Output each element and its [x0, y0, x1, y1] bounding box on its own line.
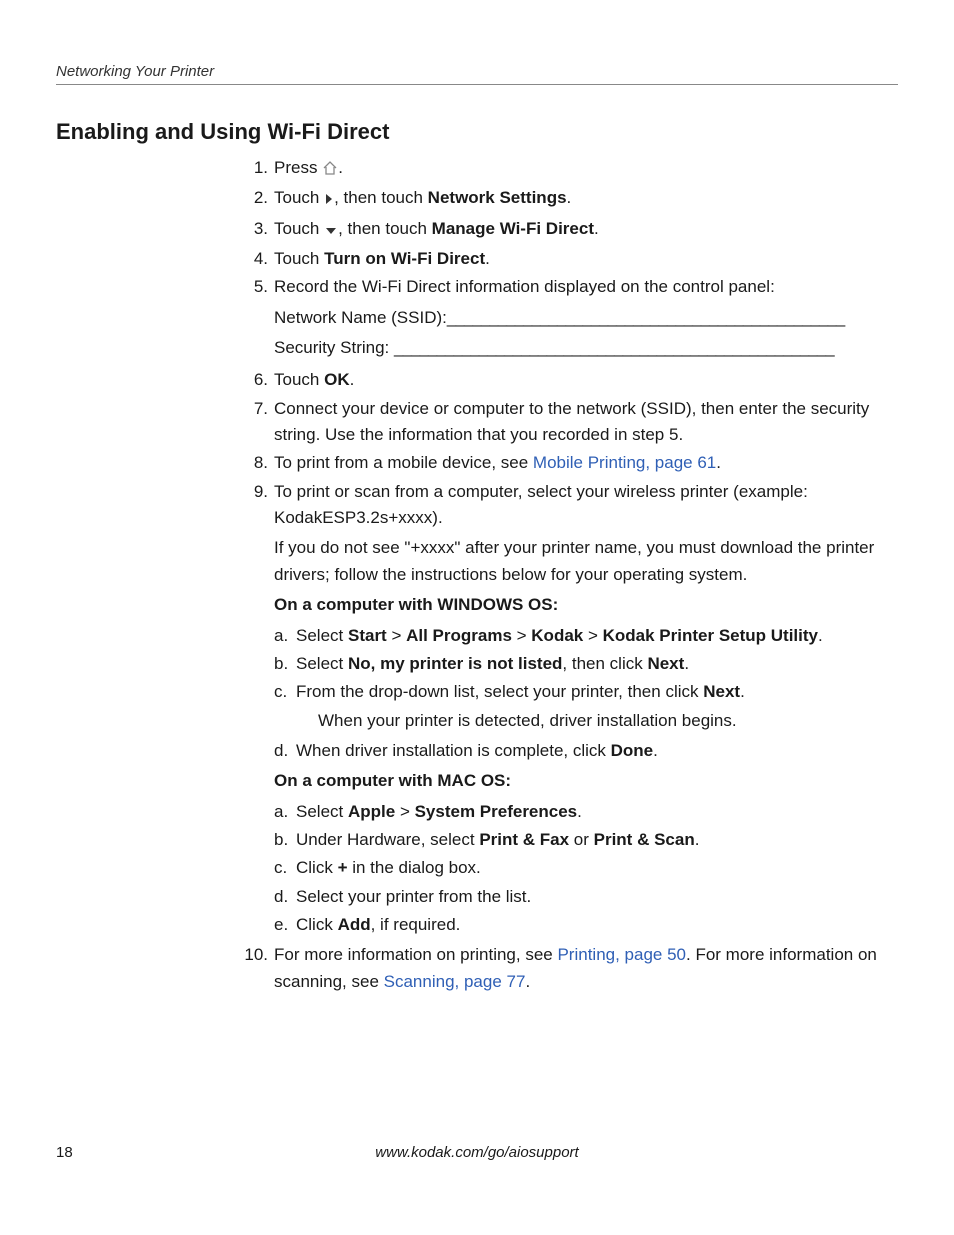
- step-body: Record the Wi-Fi Direct information disp…: [274, 274, 898, 365]
- step-6: 6. Touch OK.: [240, 367, 898, 393]
- step-9: 9. To print or scan from a computer, sel…: [240, 479, 898, 941]
- mac-step-b: b. Under Hardware, select Print & Fax or…: [274, 827, 898, 853]
- driver-note: If you do not see "+xxxx" after your pri…: [274, 535, 898, 588]
- step-body: To print or scan from a computer, select…: [274, 479, 898, 941]
- step-3: 3. Touch , then touch Manage Wi-Fi Direc…: [240, 216, 898, 244]
- step-10: 10. For more information on printing, se…: [240, 942, 898, 995]
- mac-substeps: a. Select Apple > System Preferences. b.…: [274, 799, 898, 939]
- document-page: Networking Your Printer Enabling and Usi…: [0, 0, 954, 995]
- step-7: 7. Connect your device or computer to th…: [240, 396, 898, 449]
- step-body: Touch , then touch Network Settings.: [274, 185, 898, 213]
- step-number: 2.: [240, 185, 274, 213]
- down-arrow-icon: [324, 218, 338, 244]
- win-step-a: a. Select Start > All Programs > Kodak >…: [274, 623, 898, 649]
- mac-step-a: a. Select Apple > System Preferences.: [274, 799, 898, 825]
- step-number: 7.: [240, 396, 274, 449]
- win-step-b: b. Select No, my printer is not listed, …: [274, 651, 898, 677]
- ssid-line: Network Name (SSID):____________________…: [274, 305, 898, 331]
- link-printing[interactable]: Printing, page 50: [557, 945, 686, 964]
- windows-substeps: a. Select Start > All Programs > Kodak >…: [274, 623, 898, 765]
- step-body: Press .: [274, 155, 898, 183]
- step-number: 9.: [240, 479, 274, 941]
- mac-step-c: c. Click + in the dialog box.: [274, 855, 898, 881]
- step-number: 1.: [240, 155, 274, 183]
- step-body: Touch OK.: [274, 367, 898, 393]
- step-number: 8.: [240, 450, 274, 476]
- step-body: Touch Turn on Wi-Fi Direct.: [274, 246, 898, 272]
- windows-heading: On a computer with WINDOWS OS:: [274, 592, 898, 618]
- step-number: 3.: [240, 216, 274, 244]
- right-arrow-icon: [324, 187, 334, 213]
- step-1: 1. Press .: [240, 155, 898, 183]
- step-body: Connect your device or computer to the n…: [274, 396, 898, 449]
- win-step-c: c. From the drop-down list, select your …: [274, 679, 898, 736]
- page-footer: 18 www.kodak.com/go/aiosupport: [56, 1144, 898, 1161]
- step-body: To print from a mobile device, see Mobil…: [274, 450, 898, 476]
- step-body: For more information on printing, see Pr…: [274, 942, 898, 995]
- link-scanning[interactable]: Scanning, page 77: [384, 972, 526, 991]
- procedure-list: 1. Press . 2. Touch , then touch Network…: [240, 155, 898, 995]
- step-5: 5. Record the Wi-Fi Direct information d…: [240, 274, 898, 365]
- mac-heading: On a computer with MAC OS:: [274, 768, 898, 794]
- home-icon: [322, 157, 338, 183]
- security-line: Security String: _______________________…: [274, 335, 898, 361]
- mac-step-e: e. Click Add, if required.: [274, 912, 898, 938]
- step-number: 10.: [240, 942, 274, 995]
- mac-step-d: d. Select your printer from the list.: [274, 884, 898, 910]
- step-number: 6.: [240, 367, 274, 393]
- step-number: 5.: [240, 274, 274, 365]
- step-number: 4.: [240, 246, 274, 272]
- step-8: 8. To print from a mobile device, see Mo…: [240, 450, 898, 476]
- step-body: Touch , then touch Manage Wi-Fi Direct.: [274, 216, 898, 244]
- section-title: Enabling and Using Wi-Fi Direct: [56, 119, 898, 145]
- win-step-d: d. When driver installation is complete,…: [274, 738, 898, 764]
- step-4: 4. Touch Turn on Wi-Fi Direct.: [240, 246, 898, 272]
- running-header: Networking Your Printer: [56, 63, 898, 85]
- step-2: 2. Touch , then touch Network Settings.: [240, 185, 898, 213]
- link-mobile-printing[interactable]: Mobile Printing, page 61: [533, 453, 716, 472]
- footer-url: www.kodak.com/go/aiosupport: [56, 1144, 898, 1161]
- page-number: 18: [56, 1144, 73, 1161]
